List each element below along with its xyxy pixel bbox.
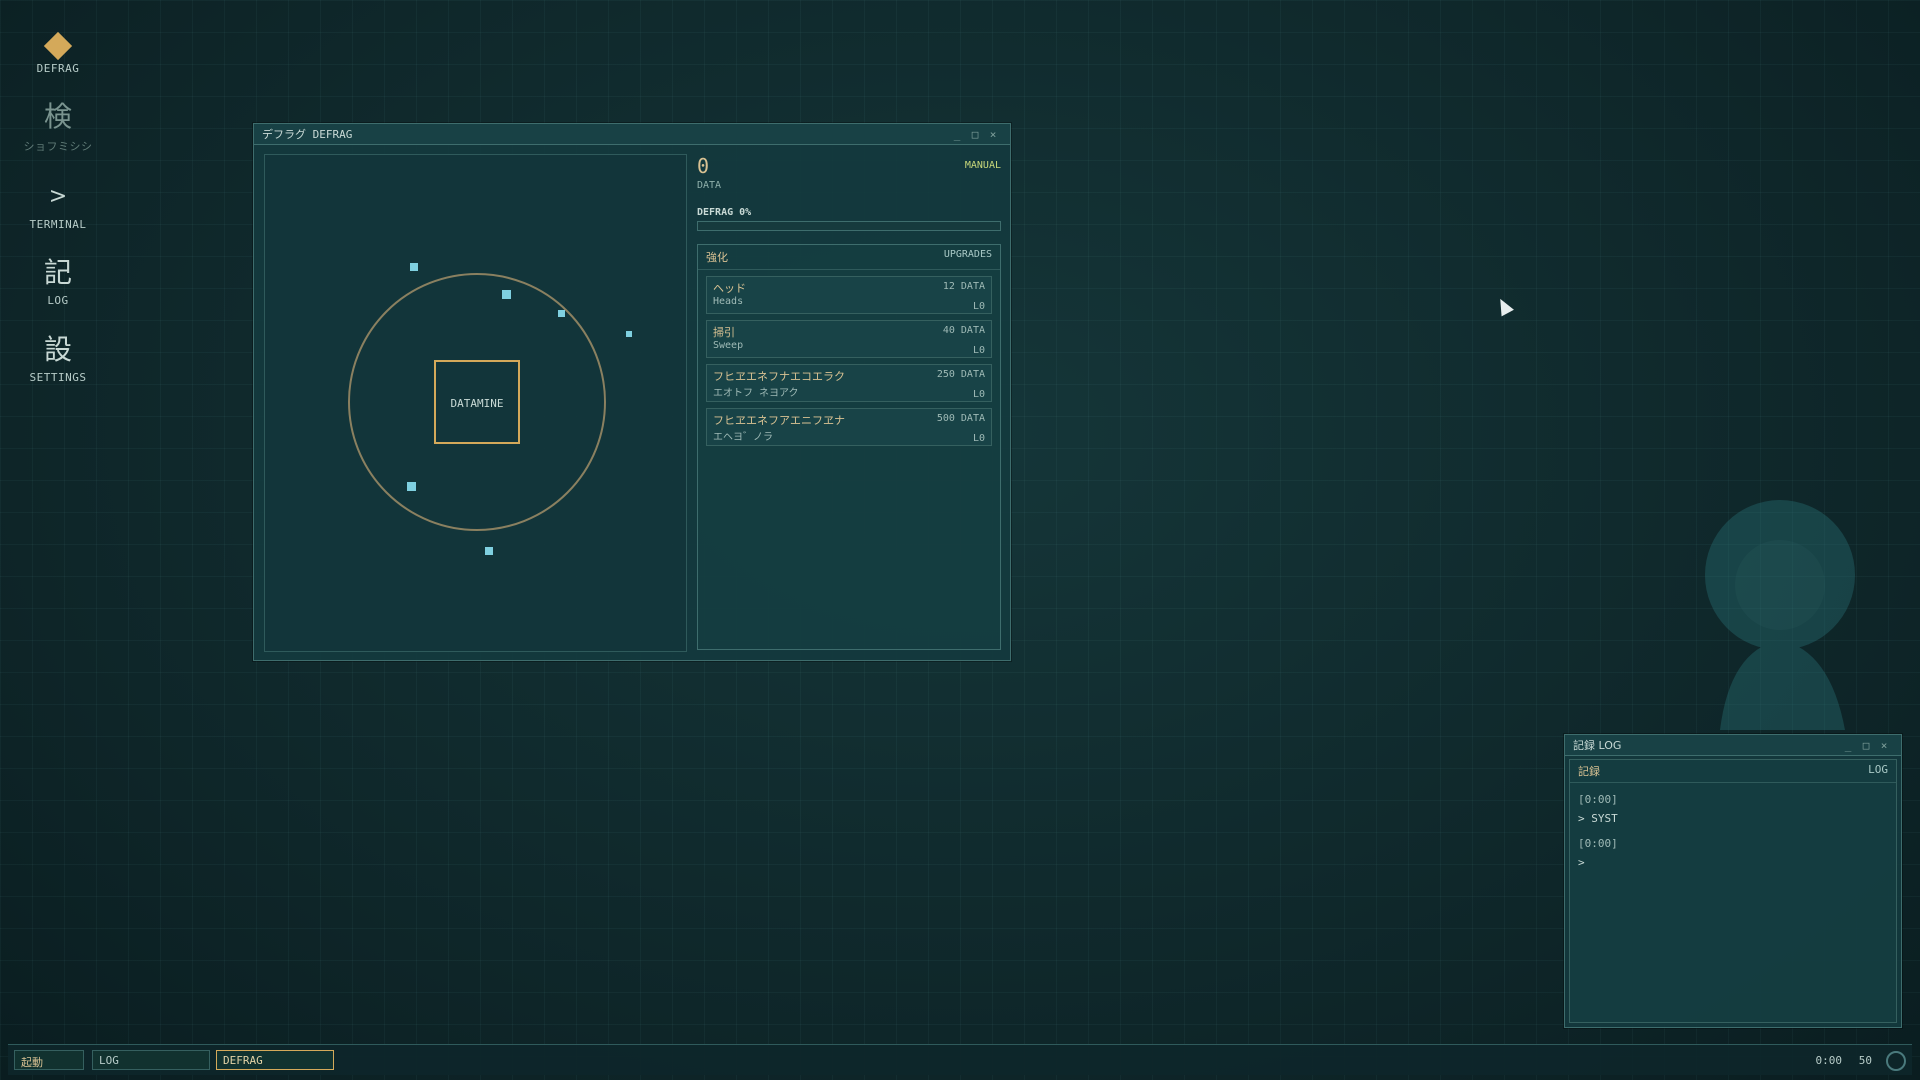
log-window[interactable]: 記録 LOG _ □ × 記録 LOG [0:00] > SYST [0:00]… (1564, 734, 1902, 1028)
upgrades-panel: 強化 UPGRADES ヘッド Heads 12 DATA L0 掃引 Swee… (697, 244, 1001, 650)
task-defrag[interactable]: DEFRAG (216, 1050, 334, 1070)
defrag-progress-bar (697, 221, 1001, 231)
diamond-icon (43, 31, 73, 61)
desktop-icon-terminal[interactable]: > TERMINAL (18, 180, 98, 231)
data-node (407, 482, 416, 491)
desktop-icon-defrag[interactable]: DEFRAG (18, 28, 98, 75)
log-header-jp: 記録 (1578, 765, 1600, 778)
upgrade-level: L0 (972, 433, 985, 444)
defrag-window[interactable]: デフラグ DEFRAG _ □ × DATAMINE 0 DATA MANUAL… (253, 123, 1011, 661)
data-node (410, 263, 418, 271)
upgrade-cost: 500 DATA (936, 413, 985, 424)
gauge-icon[interactable] (1886, 1051, 1906, 1071)
datamine-label: DATAMINE (451, 397, 504, 410)
desktop-icon-label: DEFRAG (36, 62, 80, 75)
desktop-icon-search[interactable]: 検 ショフミシシ (18, 100, 98, 154)
upgrade-level: L0 (972, 389, 985, 400)
desktop-icon-label: ショフミシシ (23, 140, 93, 153)
log-prompt[interactable]: > (1578, 856, 1888, 869)
desktop-icon-label: SETTINGS (29, 371, 87, 384)
log-panel: 記録 LOG [0:00] > SYST [0:00] > (1569, 759, 1897, 1023)
defrag-side-panel: 0 DATA MANUAL DEFRAG 0% 強化 UPGRADES ヘッド … (697, 152, 1001, 652)
defrag-visualizer[interactable]: DATAMINE (264, 154, 687, 652)
log-timestamp: [0:00] (1578, 837, 1618, 850)
log-entry: [0:00] > SYST (1578, 793, 1888, 825)
upgrade-item-4[interactable]: フヒヱエネフアエニフヱナ エヘヨ゛ノラ 500 DATA L0 (706, 408, 992, 446)
data-count: 0 (697, 154, 710, 178)
upgrade-heads[interactable]: ヘッド Heads 12 DATA L0 (706, 276, 992, 314)
upgrades-title-jp: 強化 (706, 251, 728, 264)
upgrade-cost: 40 DATA (942, 325, 985, 336)
desktop-icon-log[interactable]: 記 LOG (18, 256, 98, 307)
log-header: 記録 LOG (1570, 760, 1896, 783)
close-button[interactable]: × (984, 128, 1002, 141)
log-text: > SYST (1578, 812, 1618, 825)
log-timestamp: [0:00] (1578, 793, 1618, 806)
settings-kanji-icon: 設 (43, 333, 72, 366)
mouse-cursor-icon (1494, 295, 1514, 317)
defrag-titlebar[interactable]: デフラグ DEFRAG _ □ × (254, 124, 1010, 145)
log-entry: [0:00] > (1578, 837, 1888, 869)
window-title: 記録 LOG (1573, 739, 1622, 752)
upgrades-title-en: UPGRADES (943, 249, 992, 260)
log-body: [0:00] > SYST [0:00] > (1570, 783, 1896, 891)
desktop-icon-label: TERMINAL (29, 218, 87, 231)
minimize-button[interactable]: _ (948, 128, 966, 141)
progress-label: DEFRAG 0% (697, 207, 752, 218)
minimize-button[interactable]: _ (1839, 739, 1857, 752)
character-avatar (1705, 500, 1855, 730)
maximize-button[interactable]: □ (1857, 739, 1875, 752)
upgrade-sub: Heads (713, 296, 744, 307)
taskbar: 起動 LOG DEFRAG 0:00 50 (8, 1044, 1912, 1075)
upgrade-sub: エヘヨ゛ノラ (713, 432, 773, 443)
terminal-icon: > (48, 184, 68, 209)
clock: 0:00 (1815, 1054, 1843, 1067)
desktop-icon-settings[interactable]: 設 SETTINGS (18, 333, 98, 384)
upgrade-level: L0 (972, 345, 985, 356)
upgrade-cost: 12 DATA (942, 281, 985, 292)
disk-visual: DATAMINE (348, 263, 632, 555)
desktop-icon-label: LOG (47, 294, 69, 307)
close-button[interactable]: × (1875, 739, 1893, 752)
data-node (626, 331, 632, 337)
upgrade-cost: 250 DATA (936, 369, 985, 380)
upgrade-item-3[interactable]: フヒヱエネフナエコエラク エオトフ ネヨアク 250 DATA L0 (706, 364, 992, 402)
window-title: デフラグ DEFRAG (262, 128, 353, 141)
data-node (485, 547, 493, 555)
mode-toggle[interactable]: MANUAL (965, 160, 1001, 171)
upgrade-sub: Sweep (713, 340, 744, 351)
log-titlebar[interactable]: 記録 LOG _ □ × (1565, 735, 1901, 756)
data-node (558, 310, 565, 317)
upgrade-sub: エオトフ ネヨアク (713, 388, 799, 399)
maximize-button[interactable]: □ (966, 128, 984, 141)
data-label: DATA (697, 180, 722, 191)
log-kanji-icon: 記 (43, 256, 72, 289)
upgrades-header: 強化 UPGRADES (698, 245, 1000, 270)
log-header-en: LOG (1868, 763, 1888, 776)
data-node (502, 290, 511, 299)
upgrade-level: L0 (972, 301, 985, 312)
start-button[interactable]: 起動 (14, 1050, 84, 1070)
search-kanji-icon: 検 (43, 100, 72, 133)
fps-counter: 50 (1858, 1054, 1872, 1067)
upgrade-sweep[interactable]: 掃引 Sweep 40 DATA L0 (706, 320, 992, 358)
task-log[interactable]: LOG (92, 1050, 210, 1070)
